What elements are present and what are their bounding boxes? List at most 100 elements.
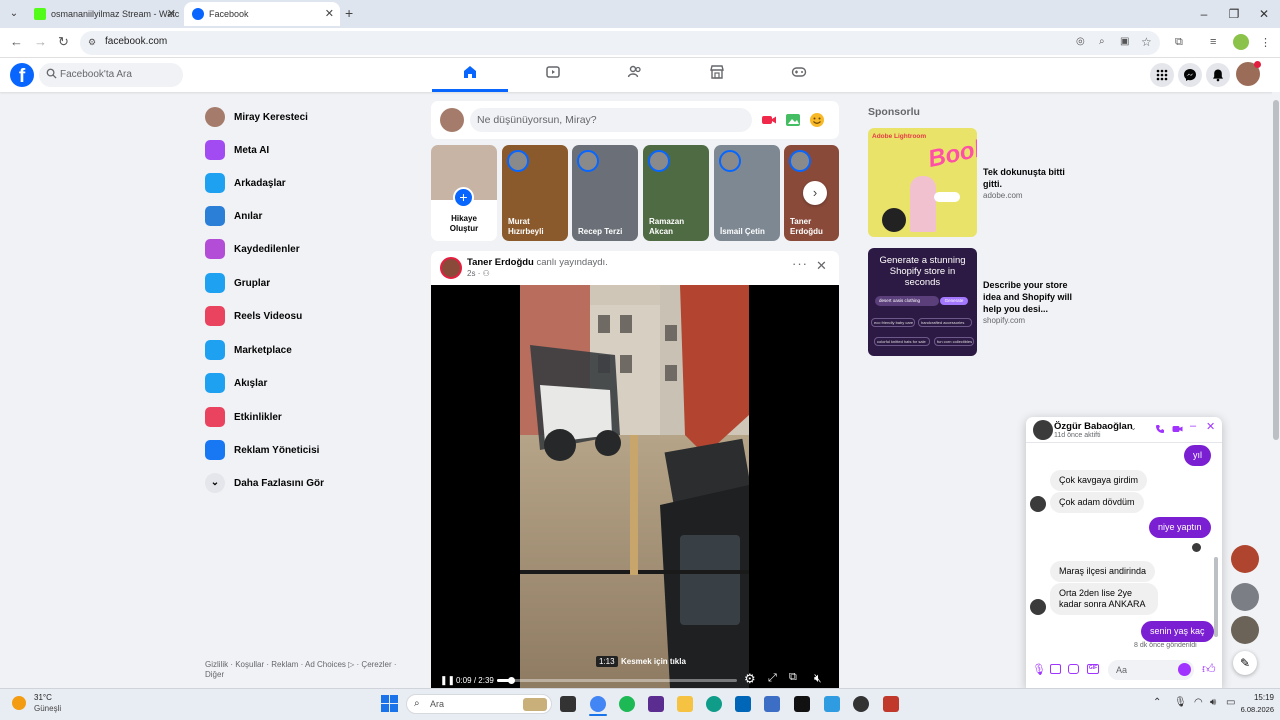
video-player[interactable]: 1:13 Kesmek için tıkla ❚❚ 0:09 / 2:39 ⚙ … bbox=[431, 285, 839, 688]
sidebar-item-akışlar[interactable]: Akışlar bbox=[205, 370, 267, 396]
tab-search-button[interactable]: ⌄ bbox=[6, 6, 22, 22]
messenger-button[interactable] bbox=[1178, 63, 1202, 87]
like-thumb-icon[interactable]: 👍︎ bbox=[1202, 661, 1216, 677]
edge-icon[interactable] bbox=[706, 696, 722, 712]
post-author[interactable]: Taner Erdoğdu bbox=[467, 257, 534, 268]
reading-list-icon[interactable]: ≡ bbox=[1210, 36, 1216, 48]
video-call-icon[interactable] bbox=[1172, 424, 1183, 434]
sidebar-item-reklam-yöneticisi[interactable]: Reklam Yöneticisi bbox=[205, 437, 319, 463]
store-icon[interactable] bbox=[735, 696, 751, 712]
bookmark-star-icon[interactable]: ☆ bbox=[1141, 35, 1152, 49]
page-scrollbar[interactable] bbox=[1272, 92, 1280, 688]
sidebar-item-anılar[interactable]: Anılar bbox=[205, 203, 262, 229]
close-tab-icon[interactable]: ✕ bbox=[167, 7, 176, 20]
windows-start-icon[interactable] bbox=[381, 695, 398, 712]
notifications-button[interactable] bbox=[1206, 63, 1230, 87]
chat-head-avatar[interactable] bbox=[1231, 616, 1259, 644]
adobe-ad-image[interactable]: Adobe Lightroom Book bbox=[868, 128, 977, 237]
story-card[interactable]: Ramazan Akcan bbox=[643, 145, 709, 241]
add-story-icon[interactable]: + bbox=[453, 187, 474, 208]
video-progress-knob[interactable] bbox=[507, 677, 515, 684]
sidebar-item-daha-fazlasını-gör[interactable]: ⌄ Daha Fazlasını Gör bbox=[205, 470, 324, 496]
volume-icon[interactable]: 🔊︎ bbox=[1210, 697, 1216, 708]
sidebar-item-kaydedilenler[interactable]: Kaydedilenler bbox=[205, 236, 300, 262]
chat-contact-name[interactable]: Özgür Babaoğlan bbox=[1054, 421, 1133, 432]
chat-scrollbar[interactable] bbox=[1214, 557, 1218, 637]
new-tab-icon[interactable]: + bbox=[345, 5, 353, 21]
video-nav-icon[interactable] bbox=[545, 64, 561, 80]
site-info-icon[interactable]: ⚙ bbox=[88, 37, 96, 48]
marketplace-nav-icon[interactable] bbox=[709, 64, 725, 80]
friends-nav-icon[interactable] bbox=[627, 64, 643, 80]
obs-icon[interactable] bbox=[853, 696, 869, 712]
ad-domain[interactable]: adobe.com bbox=[983, 191, 1023, 200]
sidebar-item-etkinlikler[interactable]: Etkinlikler bbox=[205, 404, 282, 430]
chevron-down-icon[interactable]: ⌄ bbox=[1130, 423, 1137, 432]
video-progress-track[interactable] bbox=[497, 677, 737, 684]
sidebar-item-meta-ai[interactable]: Meta AI bbox=[205, 137, 269, 163]
page-scrollbar-thumb[interactable] bbox=[1273, 100, 1279, 440]
close-window-icon[interactable]: ✕ bbox=[1252, 4, 1276, 24]
app-icon[interactable] bbox=[648, 696, 664, 712]
clock-date[interactable]: 6.08.2026 bbox=[1226, 705, 1274, 714]
story-card[interactable]: Murat Hızırbeyli bbox=[502, 145, 568, 241]
browser-menu-icon[interactable]: ⋮ bbox=[1260, 36, 1271, 49]
close-tab-icon[interactable]: ✕ bbox=[325, 7, 334, 20]
ad-title[interactable]: Describe your store idea and Shopify wil… bbox=[983, 279, 1075, 315]
photo-video-icon[interactable] bbox=[785, 112, 801, 128]
footer-links[interactable]: Gizlilik · Koşullar · Reklam · Ad Choice… bbox=[205, 660, 405, 680]
wifi-icon[interactable]: ◠ bbox=[1194, 697, 1203, 708]
voice-call-icon[interactable] bbox=[1155, 424, 1165, 434]
mail-icon[interactable] bbox=[764, 696, 780, 712]
gif-icon[interactable]: GIF bbox=[1087, 664, 1099, 674]
shopify-ad-image[interactable]: Generate a stunning Shopify store in sec… bbox=[868, 248, 977, 356]
chrome-icon[interactable] bbox=[590, 696, 606, 712]
show-hidden-icons[interactable]: ⌃ bbox=[1153, 697, 1161, 708]
settings-gear-icon[interactable]: ⚙ bbox=[744, 671, 756, 687]
profile-avatar-icon[interactable] bbox=[1233, 34, 1249, 50]
microphone-tray-icon[interactable]: 🎙︎ bbox=[1174, 697, 1187, 708]
sidebar-item-reels-videosu[interactable]: Reels Videosu bbox=[205, 303, 302, 329]
chat-head-avatar[interactable] bbox=[1231, 583, 1259, 611]
home-nav-icon[interactable] bbox=[462, 64, 478, 80]
install-app-icon[interactable]: ▣ bbox=[1120, 36, 1129, 47]
volume-mute-icon[interactable]: 🔇︎ bbox=[814, 671, 822, 686]
menu-grid-button[interactable] bbox=[1150, 63, 1174, 87]
post-time[interactable]: 2s bbox=[467, 269, 475, 278]
sidebar-item-gruplar[interactable]: Gruplar bbox=[205, 270, 270, 296]
audio-app-icon[interactable] bbox=[794, 696, 810, 712]
new-message-icon[interactable]: ✎ bbox=[1233, 651, 1257, 675]
avatar[interactable] bbox=[440, 108, 464, 132]
hide-post-icon[interactable]: ✕ bbox=[816, 258, 827, 274]
story-card[interactable]: İsmail Çetin bbox=[714, 145, 780, 241]
tab-kick-stream[interactable]: osmananiilyilmaz Stream - Watc ✕ bbox=[26, 2, 182, 26]
create-story-card[interactable]: + Hikaye Oluştur bbox=[431, 145, 497, 241]
post-options-icon[interactable]: ··· bbox=[792, 256, 808, 271]
sidebar-item-marketplace[interactable]: Marketplace bbox=[205, 337, 292, 363]
ad-domain[interactable]: shopify.com bbox=[983, 316, 1025, 325]
address-bar[interactable]: ⚙ facebook.com ◎ ⌕ ▣ ☆ bbox=[80, 31, 1160, 55]
picture-in-picture-icon[interactable]: ⧉ bbox=[789, 671, 797, 684]
feeling-emoji-icon[interactable] bbox=[809, 112, 825, 128]
spotify-icon[interactable] bbox=[619, 696, 635, 712]
avatar[interactable] bbox=[440, 257, 462, 279]
avatar[interactable] bbox=[1033, 420, 1053, 440]
story-card[interactable]: Recep Terzi bbox=[572, 145, 638, 241]
minimize-chat-icon[interactable]: – bbox=[1190, 420, 1196, 432]
sidebar-item-arkadaşlar[interactable]: Arkadaşlar bbox=[205, 170, 286, 196]
sticker-icon[interactable] bbox=[1068, 664, 1079, 674]
stories-next-button[interactable]: › bbox=[803, 181, 827, 205]
chat-head-avatar[interactable] bbox=[1231, 545, 1259, 573]
live-video-icon[interactable] bbox=[761, 113, 777, 127]
task-view-icon[interactable] bbox=[560, 696, 576, 712]
zoom-icon[interactable]: ⌕ bbox=[1099, 36, 1105, 47]
game-app-icon[interactable] bbox=[883, 696, 899, 712]
weather-description[interactable]: Güneşli bbox=[34, 704, 61, 713]
gaming-nav-icon[interactable] bbox=[791, 64, 807, 80]
sidebar-item-miray-keresteci[interactable]: Miray Keresteci bbox=[205, 104, 308, 130]
close-chat-icon[interactable]: ✕ bbox=[1206, 420, 1215, 433]
reload-icon[interactable]: ↻ bbox=[58, 34, 69, 50]
expand-icon[interactable]: ⤢ bbox=[768, 672, 777, 685]
maximize-window-icon[interactable]: ❐ bbox=[1222, 4, 1246, 24]
app-icon[interactable] bbox=[824, 696, 840, 712]
